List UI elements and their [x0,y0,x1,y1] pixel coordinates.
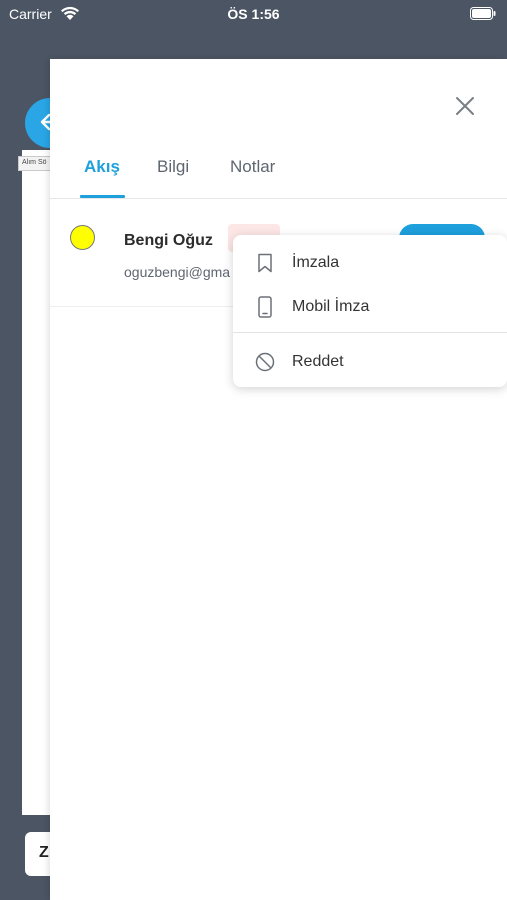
tab-label: Akış [84,157,120,176]
status-bar: Carrier ÖS 1:56 [0,0,507,28]
document-flow-sheet: Akış Bilgi Notlar Bengi Oğuz oguzbengi@g… [50,59,507,900]
battery-icon [470,7,496,20]
menu-item-label: Reddet [292,353,344,370]
menu-divider [233,332,507,333]
menu-item-mobil-imza[interactable]: Mobil İmza [233,284,507,328]
signer-name: Bengi Oğuz [124,232,213,249]
signer-status-dot [70,225,95,250]
tab-akis[interactable]: Akış [80,157,125,198]
close-icon [456,97,474,115]
menu-item-imzala[interactable]: İmzala [233,240,507,284]
mobile-phone-icon [258,296,272,318]
signer-action-menu: İmzala Mobil İmza Reddet [233,235,507,387]
menu-item-label: İmzala [292,254,340,271]
tab-notlar[interactable]: Notlar [230,157,275,197]
tab-bilgi[interactable]: Bilgi [157,157,189,197]
tab-label: Bilgi [157,157,190,176]
close-button[interactable] [453,94,477,118]
menu-item-reddet[interactable]: Reddet [233,339,507,383]
menu-item-label: Mobil İmza [292,298,370,315]
tab-label: Notlar [230,157,276,176]
tab-bar: Akış Bilgi Notlar [50,151,507,199]
bookmark-icon [258,253,272,273]
signer-email: oguzbengi@gma [124,264,231,280]
block-icon [255,352,275,372]
active-tab-indicator [80,195,125,198]
status-time: ÖS 1:56 [227,6,280,22]
